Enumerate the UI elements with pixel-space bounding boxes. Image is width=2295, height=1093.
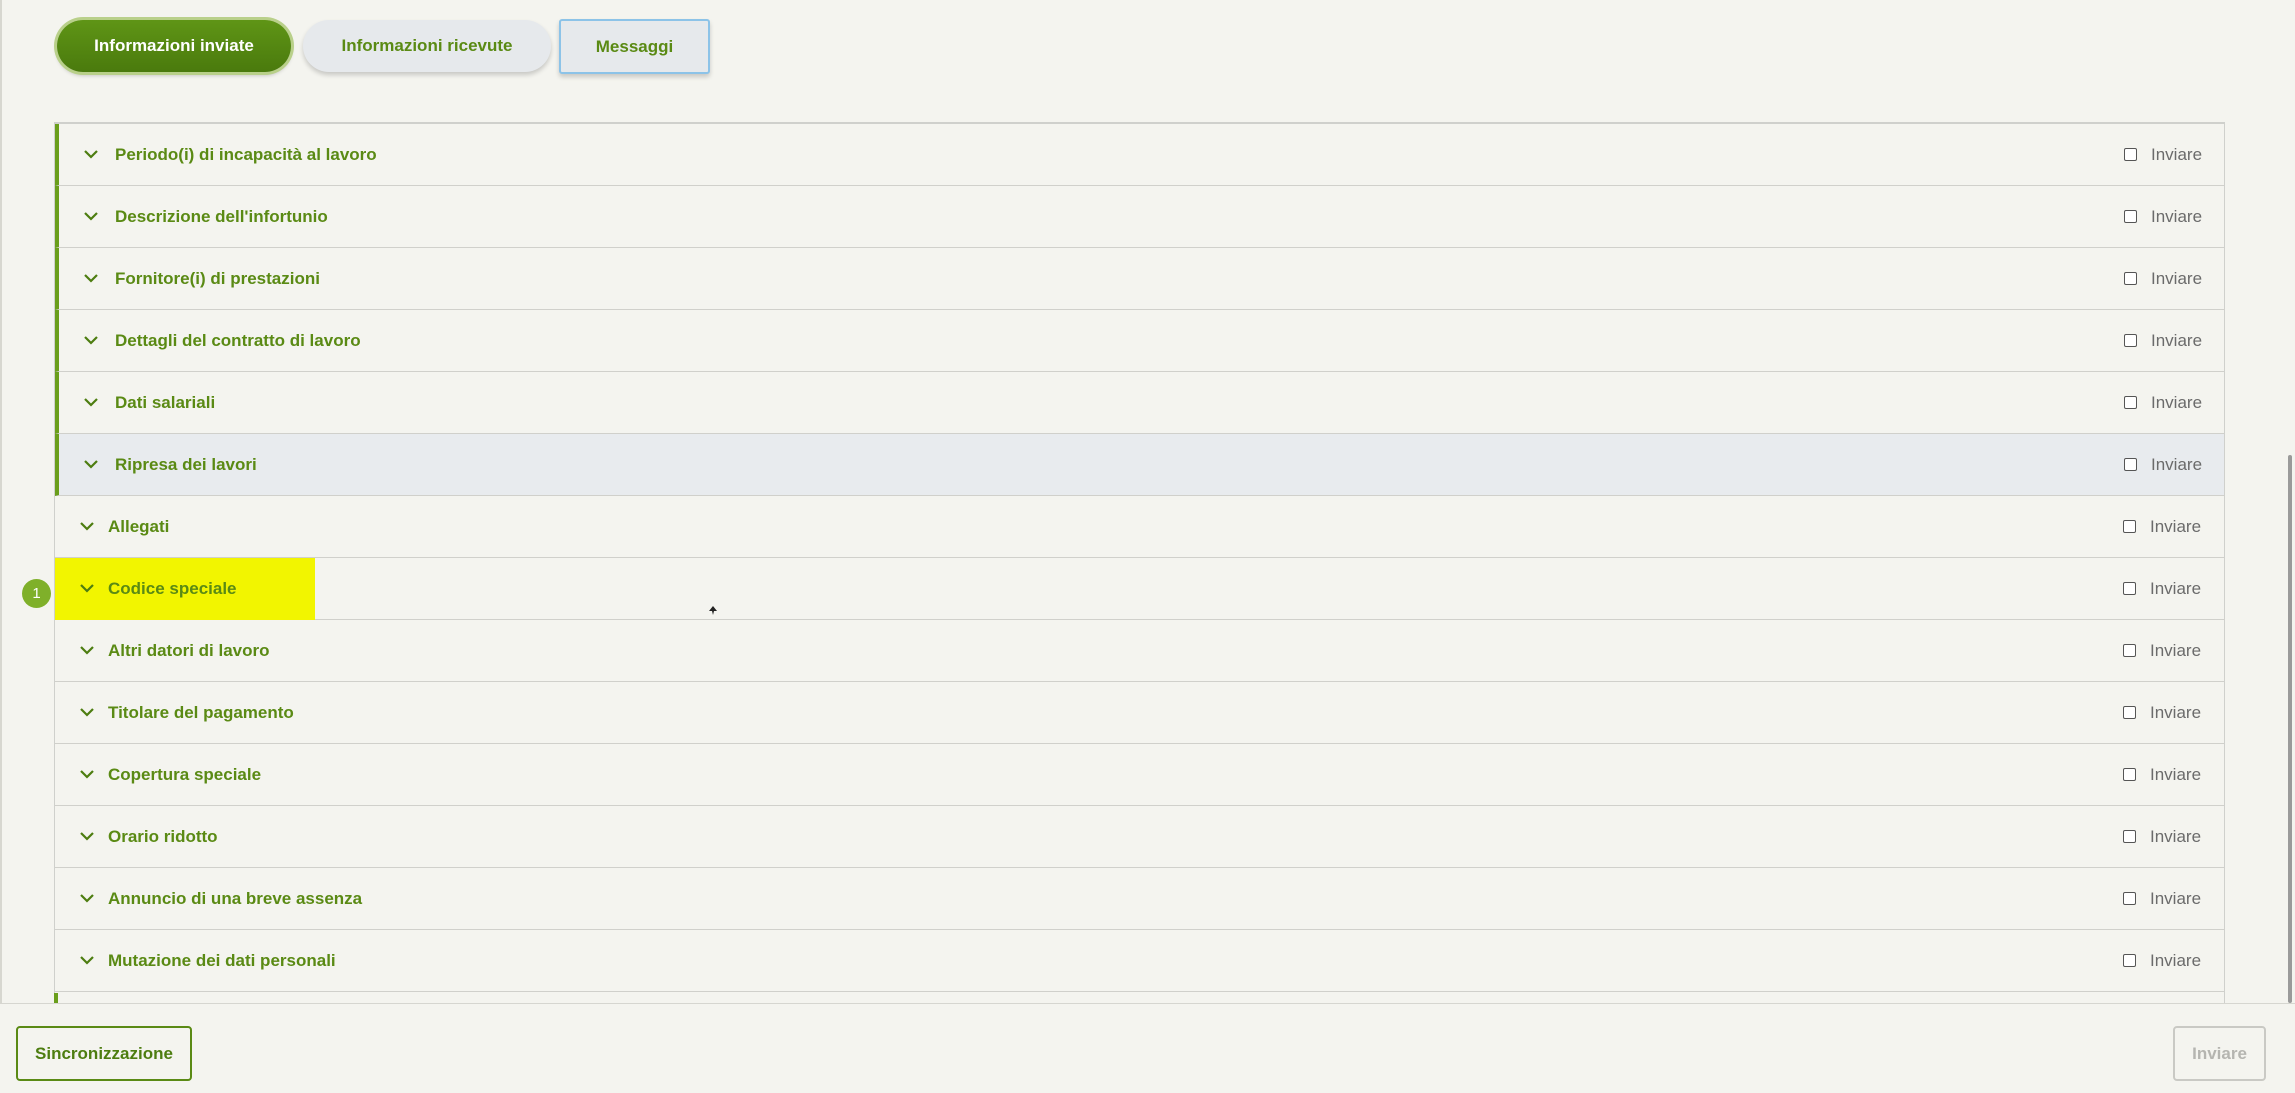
accordion-row-short-absence[interactable]: Annuncio di una breve assenza Inviare — [55, 868, 2224, 930]
send-checkbox-label: Inviare — [2151, 455, 2203, 474]
accordion-row-work-resumption[interactable]: Ripresa dei lavori Inviare — [55, 434, 2224, 496]
accordion-row-label: Dettagli del contratto di lavoro — [115, 331, 361, 350]
next-row-accent — [54, 993, 58, 1003]
scrollbar[interactable] — [2283, 0, 2295, 1003]
tab-received-info[interactable]: Informazioni ricevute — [303, 20, 551, 72]
chevron-down-icon[interactable] — [79, 952, 95, 968]
accordion-row-label: Altri datori di lavoro — [108, 641, 270, 660]
accordion-row-label: Allegati — [108, 517, 170, 536]
accordion-row-label: Copertura speciale — [108, 765, 262, 784]
chevron-down-icon[interactable] — [83, 332, 99, 348]
send-checkbox[interactable] — [2123, 644, 2136, 657]
tab-sent-info[interactable]: Informazioni inviate — [57, 20, 291, 72]
accordion-row-special-code[interactable]: Codice speciale Inviare — [55, 558, 2224, 620]
accordion-row-other-employers[interactable]: Altri datori di lavoro Inviare — [55, 620, 2224, 682]
send-checkbox[interactable] — [2123, 706, 2136, 719]
left-border — [0, 0, 2, 1003]
send-checkbox[interactable] — [2124, 396, 2137, 409]
accordion-row-label: Codice speciale — [108, 579, 237, 598]
accordion-row-providers[interactable]: Fornitore(i) di prestazioni Inviare — [55, 248, 2224, 310]
send-checkbox[interactable] — [2123, 954, 2136, 967]
chevron-down-icon[interactable] — [79, 828, 95, 844]
send-checkbox[interactable] — [2124, 272, 2137, 285]
send-checkbox-label: Inviare — [2150, 765, 2202, 784]
accordion-row-incapacity[interactable]: Periodo(i) di incapacità al lavoro Invia… — [55, 124, 2224, 186]
chevron-down-icon[interactable] — [79, 890, 95, 906]
page: Informazioni inviate Informazioni ricevu… — [0, 0, 2295, 1093]
scrollbar-thumb[interactable] — [2288, 455, 2292, 1003]
send-checkbox-label: Inviare — [2150, 951, 2202, 970]
send-checkbox-label: Inviare — [2151, 393, 2203, 412]
send-checkbox-label: Inviare — [2151, 145, 2203, 164]
chevron-down-icon[interactable] — [83, 270, 99, 286]
accordion-row-contract-details[interactable]: Dettagli del contratto di lavoro Inviare — [55, 310, 2224, 372]
send-button[interactable]: Inviare — [2173, 1026, 2266, 1081]
accordion-row-label: Periodo(i) di incapacità al lavoro — [115, 145, 377, 164]
accordion-row-label: Dati salariali — [115, 393, 216, 412]
send-checkbox[interactable] — [2123, 892, 2136, 905]
accordion-row-special-coverage[interactable]: Copertura speciale Inviare — [55, 744, 2224, 806]
send-checkbox-label: Inviare — [2151, 269, 2203, 288]
mouse-cursor-icon — [709, 606, 717, 615]
chevron-down-icon[interactable] — [79, 766, 95, 782]
send-checkbox[interactable] — [2124, 148, 2137, 161]
accordion-row-reduced-hours[interactable]: Orario ridotto Inviare — [55, 806, 2224, 868]
send-checkbox[interactable] — [2124, 458, 2137, 471]
chevron-down-icon[interactable] — [79, 518, 95, 534]
tab-bar: Informazioni inviate Informazioni ricevu… — [57, 19, 710, 74]
chevron-down-icon[interactable] — [83, 208, 99, 224]
accordion-row-label: Titolare del pagamento — [108, 703, 294, 722]
accordion-row-label: Mutazione dei dati personali — [108, 951, 336, 970]
send-checkbox[interactable] — [2123, 520, 2136, 533]
accordion-row-label: Ripresa dei lavori — [115, 455, 257, 474]
accordion-row-label: Fornitore(i) di prestazioni — [115, 269, 320, 288]
send-checkbox[interactable] — [2123, 582, 2136, 595]
send-checkbox[interactable] — [2123, 768, 2136, 781]
send-checkbox-label: Inviare — [2151, 331, 2203, 350]
accordion-list: Periodo(i) di incapacità al lavoro Invia… — [54, 122, 2225, 1003]
footer-bar: Sincronizzazione Inviare — [0, 1003, 2295, 1093]
chevron-down-icon[interactable] — [83, 456, 99, 472]
accordion-row-label: Descrizione dell'infortunio — [115, 207, 328, 226]
chevron-down-icon[interactable] — [83, 146, 99, 162]
send-checkbox[interactable] — [2124, 334, 2137, 347]
accordion-row-accident-description[interactable]: Descrizione dell'infortunio Inviare — [55, 186, 2224, 248]
accordion-row-payment-holder[interactable]: Titolare del pagamento Inviare — [55, 682, 2224, 744]
chevron-down-icon[interactable] — [79, 580, 95, 596]
send-checkbox-label: Inviare — [2150, 579, 2202, 598]
send-checkbox-label: Inviare — [2151, 207, 2203, 226]
sync-button[interactable]: Sincronizzazione — [16, 1026, 192, 1081]
send-checkbox-label: Inviare — [2150, 641, 2202, 660]
accordion-row-salary-data[interactable]: Dati salariali Inviare — [55, 372, 2224, 434]
send-checkbox[interactable] — [2123, 830, 2136, 843]
accordion-row-attachments[interactable]: Allegati Inviare — [55, 496, 2224, 558]
send-checkbox-label: Inviare — [2150, 703, 2202, 722]
chevron-down-icon[interactable] — [83, 394, 99, 410]
accordion-row-label: Orario ridotto — [108, 827, 218, 846]
accordion-row-label: Annuncio di una breve assenza — [108, 889, 363, 908]
accordion-row-personal-data-change[interactable]: Mutazione dei dati personali Inviare — [55, 930, 2224, 992]
send-checkbox[interactable] — [2124, 210, 2137, 223]
chevron-down-icon[interactable] — [79, 704, 95, 720]
step-marker: 1 — [22, 579, 51, 608]
send-checkbox-label: Inviare — [2150, 517, 2202, 536]
send-checkbox-label: Inviare — [2150, 889, 2202, 908]
send-checkbox-label: Inviare — [2150, 827, 2202, 846]
tab-messages[interactable]: Messaggi — [559, 19, 710, 74]
chevron-down-icon[interactable] — [79, 642, 95, 658]
